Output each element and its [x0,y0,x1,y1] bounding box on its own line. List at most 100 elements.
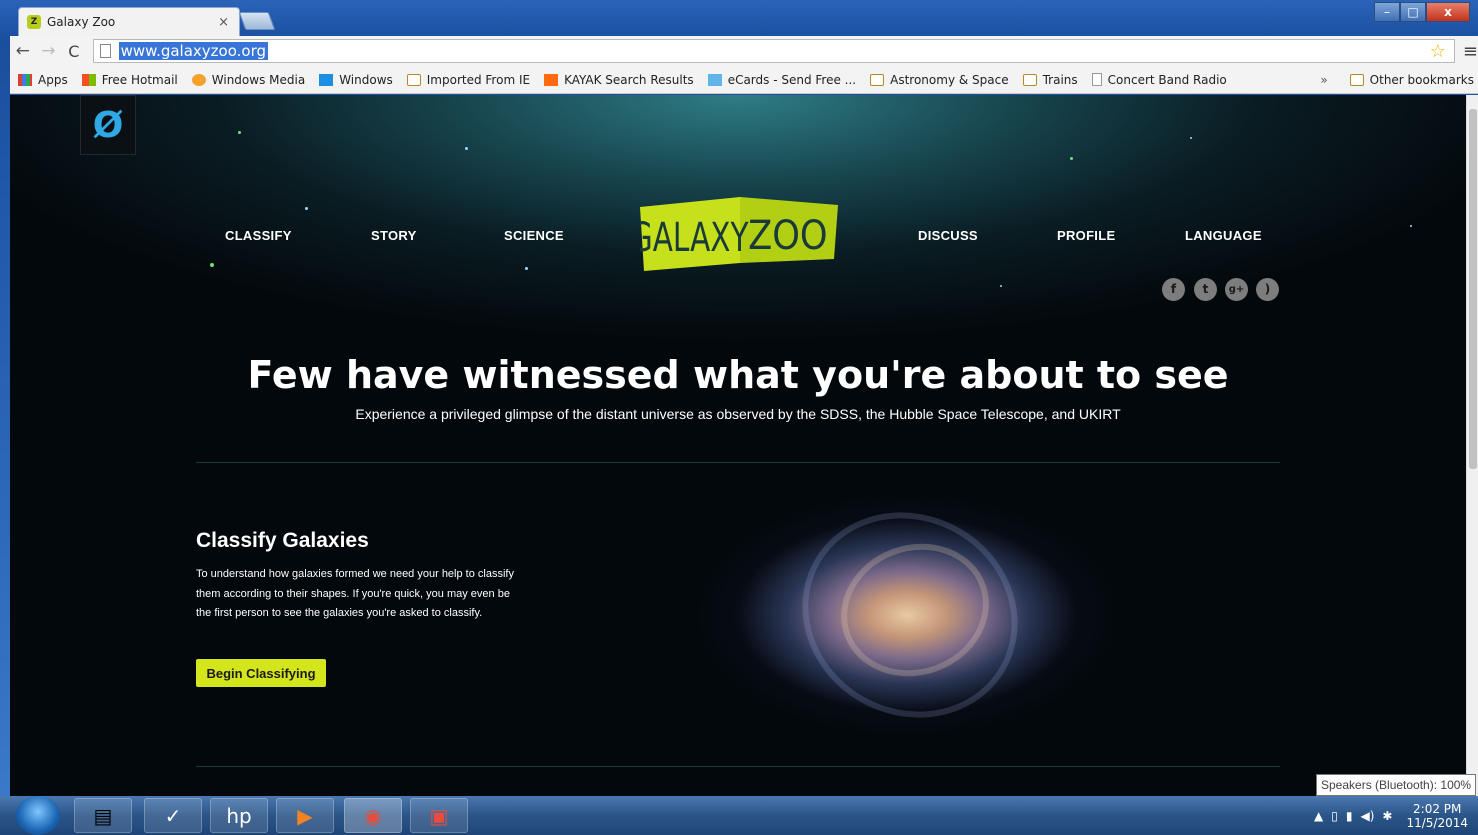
volume-icon[interactable]: ◀) [1360,809,1374,823]
windows-media-icon [191,73,206,86]
page-icon [99,44,111,58]
browser-window: Z Galaxy Zoo × – □ x ← → C www.galaxyzoo… [0,0,1478,796]
reload-button[interactable]: C [61,42,87,61]
nav-story[interactable]: STORY [371,228,417,243]
kayak-icon [544,73,559,86]
forward-button[interactable]: → [36,41,62,61]
star-decoration [1000,285,1002,287]
nav-science[interactable]: SCIENCE [504,228,564,243]
nav-classify[interactable]: CLASSIFY [225,228,292,243]
spiral-galaxy-image [600,473,1240,757]
network-signal-icon[interactable]: ▮ [1346,809,1353,823]
media-player-taskbar-icon[interactable]: ▶ [276,798,334,833]
checkmark-app-taskbar-icon[interactable]: ✓ [144,798,202,833]
zooniverse-logo-icon[interactable]: Ø [80,95,136,155]
minimize-button[interactable]: – [1374,2,1400,22]
bookmark-trains[interactable]: Trains [1022,72,1078,87]
tab-title: Galaxy Zoo [47,15,116,29]
bookmark-other[interactable]: Other bookmarks [1349,72,1474,87]
bookmark-label: Apps [38,72,68,87]
star-decoration [525,267,528,270]
url-text[interactable]: www.galaxyzoo.org [118,42,268,60]
folder-icon [870,73,885,86]
bookmark-windows[interactable]: Windows [319,73,393,87]
page-icon [1091,73,1102,86]
bookmark-concert-band-radio[interactable]: Concert Band Radio [1091,72,1227,87]
page-subheadline: Experience a privileged glimpse of the d… [355,406,1121,422]
windows-flag-icon [81,73,96,86]
chrome-menu-icon[interactable]: ≡ [1463,41,1478,62]
bookmark-kayak[interactable]: KAYAK Search Results [544,73,694,87]
windows-taskbar: ▤ ✓ hp ▶ ◉ ▣ ▲ ▯ ▮ ◀) ✱ 2:02 PM 11/5/201… [0,796,1478,835]
bookmark-windows-media[interactable]: Windows Media [191,72,306,87]
maximize-button[interactable]: □ [1400,2,1426,22]
galaxy-zoo-favicon-icon: Z [27,15,41,29]
star-decoration [465,147,468,150]
back-button[interactable]: ← [10,41,36,61]
star-decoration [1190,137,1192,139]
galaxy-zoo-logo[interactable]: GALAXY ZOO [640,197,838,271]
tab-galaxy-zoo[interactable]: Z Galaxy Zoo × [18,7,240,36]
star-decoration [238,131,241,134]
bookmark-label: Imported From IE [426,72,531,87]
star-decoration [305,207,308,210]
section-divider [196,766,1280,767]
bookmark-free-hotmail[interactable]: Free Hotmail [81,72,178,87]
volume-tooltip: Speakers (Bluetooth): 100% [1316,774,1477,796]
logo-text-zoo: ZOO [748,212,827,259]
action-center-icon[interactable]: ▯ [1331,809,1338,823]
bookmarks-bar: Apps Free Hotmail Windows Media Windows … [10,66,1478,94]
windows-logo-icon [319,73,334,86]
bookmark-label: Astronomy & Space [890,72,1009,87]
bookmark-apps[interactable]: Apps [18,73,68,87]
bookmark-imported-from-ie[interactable]: Imported From IE [406,72,531,87]
address-bar[interactable]: www.galaxyzoo.org ☆ [92,39,1455,63]
classify-section-title: Classify Galaxies [196,529,369,552]
bookmark-label: Windows Media [211,72,306,87]
twitter-icon[interactable]: t [1194,278,1217,301]
folder-icon [406,73,421,86]
tab-strip: Z Galaxy Zoo × – □ x [10,0,1478,36]
start-button[interactable] [16,796,60,835]
bookmark-astronomy-space[interactable]: Astronomy & Space [870,72,1009,87]
tab-close-icon[interactable]: × [218,15,229,30]
bookmark-label: Concert Band Radio [1107,72,1227,87]
bookmark-star-icon[interactable]: ☆ [1430,41,1446,62]
scrollbar-thumb[interactable] [1469,109,1477,469]
star-decoration [1070,157,1073,160]
ecards-icon [707,73,722,86]
page-scrollbar[interactable] [1466,95,1478,796]
chrome-taskbar-icon[interactable]: ◉ [344,798,402,833]
logo-text-galaxy: GALAXY [640,214,749,261]
bookmark-ecards[interactable]: eCards - Send Free ... [707,73,856,87]
bookmark-label: Windows [339,72,393,87]
bookmark-label: Free Hotmail [101,72,178,87]
apps-grid-icon [18,73,32,86]
facebook-icon[interactable]: f [1162,278,1185,301]
bookmark-label: Other bookmarks [1369,72,1474,87]
ecards-taskbar-icon[interactable]: ▣ [410,798,468,833]
begin-classifying-button[interactable]: Begin Classifying [196,659,326,687]
section-divider [196,462,1280,463]
rss-icon[interactable]: ) [1256,278,1279,301]
taskbar-clock[interactable]: 2:02 PM 11/5/2014 [1406,802,1468,830]
bookmark-label: Trains [1042,72,1078,87]
file-explorer-taskbar-icon[interactable]: ▤ [74,798,132,833]
star-decoration [210,263,214,267]
classify-section-body: To understand how galaxies formed we nee… [196,568,514,619]
new-tab-button[interactable] [238,12,276,30]
system-tray: ▲ ▯ ▮ ◀) ✱ 2:02 PM 11/5/2014 [1306,796,1478,835]
page-viewport: Ø CLASSIFY STORY SCIENCE GALAXY ZOO DISC… [10,95,1466,796]
google-plus-icon[interactable]: g+ [1225,278,1248,301]
nav-profile[interactable]: PROFILE [1057,228,1115,243]
nav-discuss[interactable]: DISCUSS [918,228,978,243]
dropbox-icon[interactable]: ✱ [1382,809,1392,823]
bookmark-label: KAYAK Search Results [564,72,694,87]
tray-expand-icon[interactable]: ▲ [1314,809,1323,823]
nav-language[interactable]: LANGUAGE [1185,228,1262,243]
window-controls: – □ x [1374,2,1470,22]
clock-time: 2:02 PM [1413,801,1462,816]
close-window-button[interactable]: x [1426,2,1470,22]
hp-taskbar-icon[interactable]: hp [210,798,268,833]
bookmarks-overflow-button[interactable]: » [1320,73,1327,87]
